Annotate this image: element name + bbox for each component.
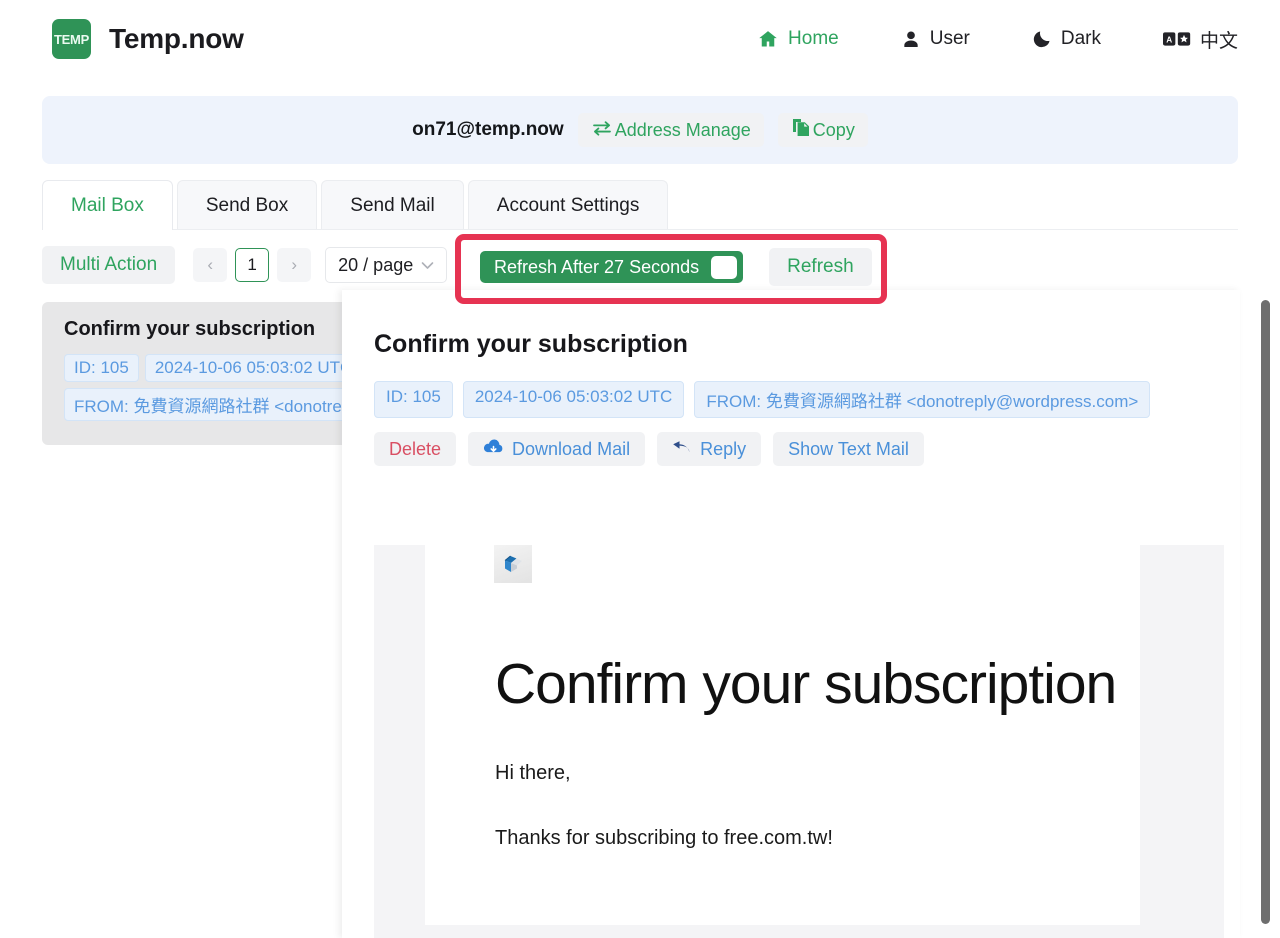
brand: TEMP Temp.now	[52, 19, 244, 59]
home-icon	[757, 29, 779, 49]
list-item-id-tag: ID: 105	[64, 354, 139, 382]
tab-send-mail-label: Send Mail	[350, 194, 435, 216]
list-item-date-tag: 2024-10-06 05:03:02 UTC	[144, 354, 363, 382]
copy-icon	[791, 118, 811, 142]
current-email-address: on71@temp.now	[412, 119, 564, 140]
detail-date-tag: 2024-10-06 05:03:02 UTC	[462, 381, 685, 418]
pagination-prev-button[interactable]: ‹	[193, 248, 228, 282]
mail-body-frame: Confirm your subscription Hi there, Than…	[374, 545, 1224, 938]
page-scrollbar[interactable]	[1261, 300, 1272, 925]
list-item-title: Confirm your subscription	[64, 318, 316, 340]
brand-name: Temp.now	[109, 23, 244, 54]
main-nav: Home User Dark A 中文	[695, 26, 1238, 53]
chevron-left-icon: ‹	[207, 255, 213, 274]
cloud-download-icon	[483, 439, 504, 460]
reply-arrow-icon	[672, 439, 692, 460]
download-mail-label: Download Mail	[512, 438, 631, 459]
mail-body-greeting: Hi there,	[495, 762, 571, 784]
list-item-meta-row: ID: 105 2024-10-06 05:03:02 UTC	[64, 354, 363, 382]
nav-item-home[interactable]: Home	[757, 28, 839, 50]
download-mail-button[interactable]: Download Mail	[468, 432, 646, 466]
auto-refresh-toggle[interactable]: Refresh After 27 Seconds	[480, 251, 744, 283]
reply-mail-button[interactable]: Reply	[657, 432, 762, 466]
mail-body-card: Confirm your subscription Hi there, Than…	[425, 545, 1140, 925]
pagination: ‹ 1 ›	[193, 248, 312, 282]
refresh-button[interactable]: Refresh	[769, 248, 872, 286]
mail-detail-actions: Delete Download Mail Reply Show Text Mai…	[374, 432, 1224, 466]
address-manage-button[interactable]: Address Manage	[577, 113, 764, 147]
mailbox-toolbar: Multi Action ‹ 1 › 20 / page	[42, 246, 448, 284]
nav-item-user[interactable]: User	[901, 28, 970, 50]
nav-item-user-label: User	[929, 28, 970, 49]
refresh-button-label: Refresh	[787, 256, 854, 277]
copy-label: Copy	[812, 119, 855, 140]
pagination-page-1[interactable]: 1	[235, 248, 270, 282]
moon-icon	[1032, 29, 1052, 49]
tabs-divider	[42, 229, 1238, 230]
nav-item-language-label: 中文	[1199, 30, 1238, 52]
nav-item-home-label: Home	[788, 28, 839, 49]
mailbox-tabs: Mail Box Send Box Send Mail Account Sett…	[42, 180, 672, 230]
page-scrollbar-thumb[interactable]	[1261, 300, 1270, 924]
toggle-knob	[711, 255, 738, 279]
tab-send-box-label: Send Box	[205, 194, 289, 216]
reply-mail-label: Reply	[700, 438, 747, 459]
list-item[interactable]: Confirm your subscription ID: 105 2024-1…	[42, 302, 516, 445]
user-icon	[901, 29, 921, 50]
exchange-arrows-icon	[591, 120, 613, 141]
list-item-from-row: FROM: 免費資源網路社群 <donotreply@wordpress.com…	[64, 388, 516, 421]
mail-body-heading: Confirm your subscription	[495, 652, 1117, 716]
address-manage-label: Address Manage	[614, 119, 751, 140]
tab-mail-box[interactable]: Mail Box	[42, 180, 173, 230]
show-text-mail-label: Show Text Mail	[788, 438, 909, 459]
pagination-next-button[interactable]: ›	[277, 248, 312, 282]
nav-item-dark[interactable]: Dark	[1032, 28, 1101, 50]
per-page-label: 20 / page	[338, 254, 414, 275]
mail-list: Confirm your subscription ID: 105 2024-1…	[42, 302, 516, 445]
chevron-down-icon	[421, 258, 434, 273]
app-header: TEMP Temp.now Home User Dark A 中文	[0, 0, 1280, 78]
copy-address-button[interactable]: Copy	[777, 113, 868, 147]
tab-account-settings-label: Account Settings	[496, 194, 640, 216]
translate-icon: A	[1162, 31, 1191, 47]
delete-mail-button[interactable]: Delete	[374, 432, 457, 466]
show-text-mail-button[interactable]: Show Text Mail	[773, 432, 924, 466]
mail-detail-panel: Confirm your subscription ID: 105 2024-1…	[342, 290, 1240, 938]
per-page-select[interactable]: 20 / page	[325, 247, 448, 283]
broken-image-icon	[494, 545, 532, 583]
tab-mail-box-label: Mail Box	[71, 194, 144, 216]
refresh-controls: Refresh After 27 Seconds Refresh	[480, 248, 872, 286]
app-logo: TEMP	[52, 19, 91, 59]
pagination-page-number: 1	[247, 255, 257, 274]
delete-mail-label: Delete	[389, 438, 442, 459]
svg-text:A: A	[1166, 35, 1172, 44]
address-bar: on71@temp.now Address Manage Copy	[42, 96, 1238, 164]
mail-body-paragraph: Thanks for subscribing to free.com.tw!	[495, 827, 833, 849]
tab-send-mail[interactable]: Send Mail	[321, 180, 464, 230]
chevron-right-icon: ›	[291, 255, 297, 274]
tab-account-settings[interactable]: Account Settings	[467, 180, 669, 230]
mail-detail-content: Confirm your subscription ID: 105 2024-1…	[342, 290, 1224, 938]
detail-id-tag: ID: 105	[374, 381, 453, 418]
nav-item-dark-label: Dark	[1060, 28, 1101, 49]
auto-refresh-toggle-label: Refresh After 27 Seconds	[494, 256, 700, 277]
detail-from-tag: FROM: 免費資源網路社群 <donotreply@wordpress.com…	[694, 381, 1151, 418]
mail-detail-title: Confirm your subscription	[374, 330, 688, 358]
multi-action-button[interactable]: Multi Action	[42, 246, 176, 284]
tab-send-box[interactable]: Send Box	[176, 180, 318, 230]
nav-item-language[interactable]: A 中文	[1162, 26, 1238, 53]
mail-detail-meta: ID: 105 2024-10-06 05:03:02 UTC FROM: 免費…	[374, 381, 1224, 418]
multi-action-label: Multi Action	[60, 254, 158, 275]
